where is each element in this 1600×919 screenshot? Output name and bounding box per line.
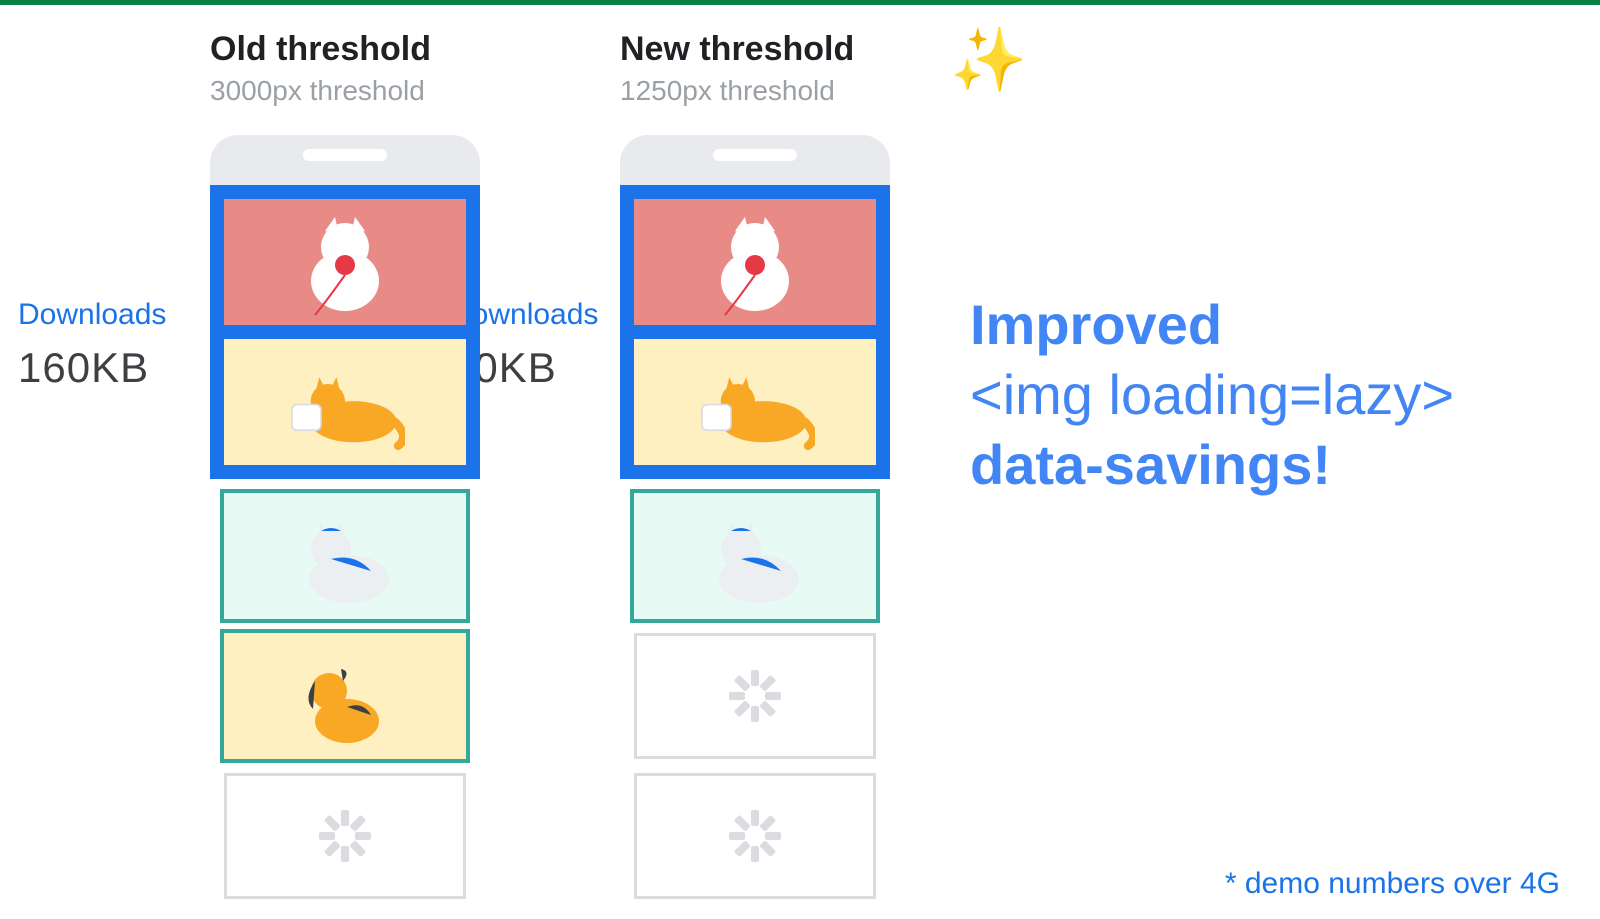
loading-spinner-icon [729, 810, 781, 862]
image-tile-blue-cat-loaded [634, 493, 876, 619]
sparkles-icon: ✨ [950, 24, 1027, 97]
loading-spinner-icon [729, 670, 781, 722]
orange-cat-icon [695, 347, 815, 457]
image-tile-orange-cat [224, 339, 466, 465]
column-subtitle: 1250px threshold [620, 75, 1000, 107]
image-tile-dog-loaded [224, 633, 466, 759]
phone-notch [210, 135, 480, 185]
window-top-edge [0, 0, 1600, 5]
loading-spinner-icon [319, 810, 371, 862]
dog-icon [285, 641, 405, 751]
image-tile-orange-cat [634, 339, 876, 465]
blue-cat-icon [285, 501, 405, 611]
orange-cat-icon [285, 347, 405, 457]
cat-yarn-icon [695, 207, 815, 317]
image-tile-cat-yarn [634, 199, 876, 325]
phone-viewport [620, 185, 890, 479]
image-tile-cat-yarn [224, 199, 466, 325]
image-tile-blue-cat-loaded [224, 493, 466, 619]
cat-yarn-icon [285, 207, 405, 317]
image-tile-placeholder [224, 773, 466, 899]
below-viewport [620, 479, 890, 913]
image-tile-placeholder [634, 633, 876, 759]
phone-notch [620, 135, 890, 185]
headline-line-1: Improved [970, 290, 1454, 360]
headline-line-3: data-savings! [970, 430, 1454, 500]
phone-mockup [620, 135, 890, 913]
footnote: * demo numbers over 4G [1225, 867, 1560, 901]
column-title: New threshold [620, 30, 1000, 69]
column-title: Old threshold [210, 30, 590, 69]
downloads-old: Downloads 160KB [18, 298, 166, 392]
headline: Improved <img loading=lazy> data-savings… [970, 290, 1454, 500]
phone-viewport [210, 185, 480, 479]
below-viewport [210, 479, 480, 913]
headline-line-2: <img loading=lazy> [970, 360, 1454, 430]
phone-mockup [210, 135, 480, 913]
downloads-label: Downloads [18, 298, 166, 332]
column-subtitle: 3000px threshold [210, 75, 590, 107]
column-new-threshold: New threshold 1250px threshold [620, 30, 1000, 913]
blue-cat-icon [695, 501, 815, 611]
column-old-threshold: Old threshold 3000px threshold [210, 30, 590, 913]
image-tile-placeholder [634, 773, 876, 899]
downloads-value: 160KB [18, 344, 166, 392]
